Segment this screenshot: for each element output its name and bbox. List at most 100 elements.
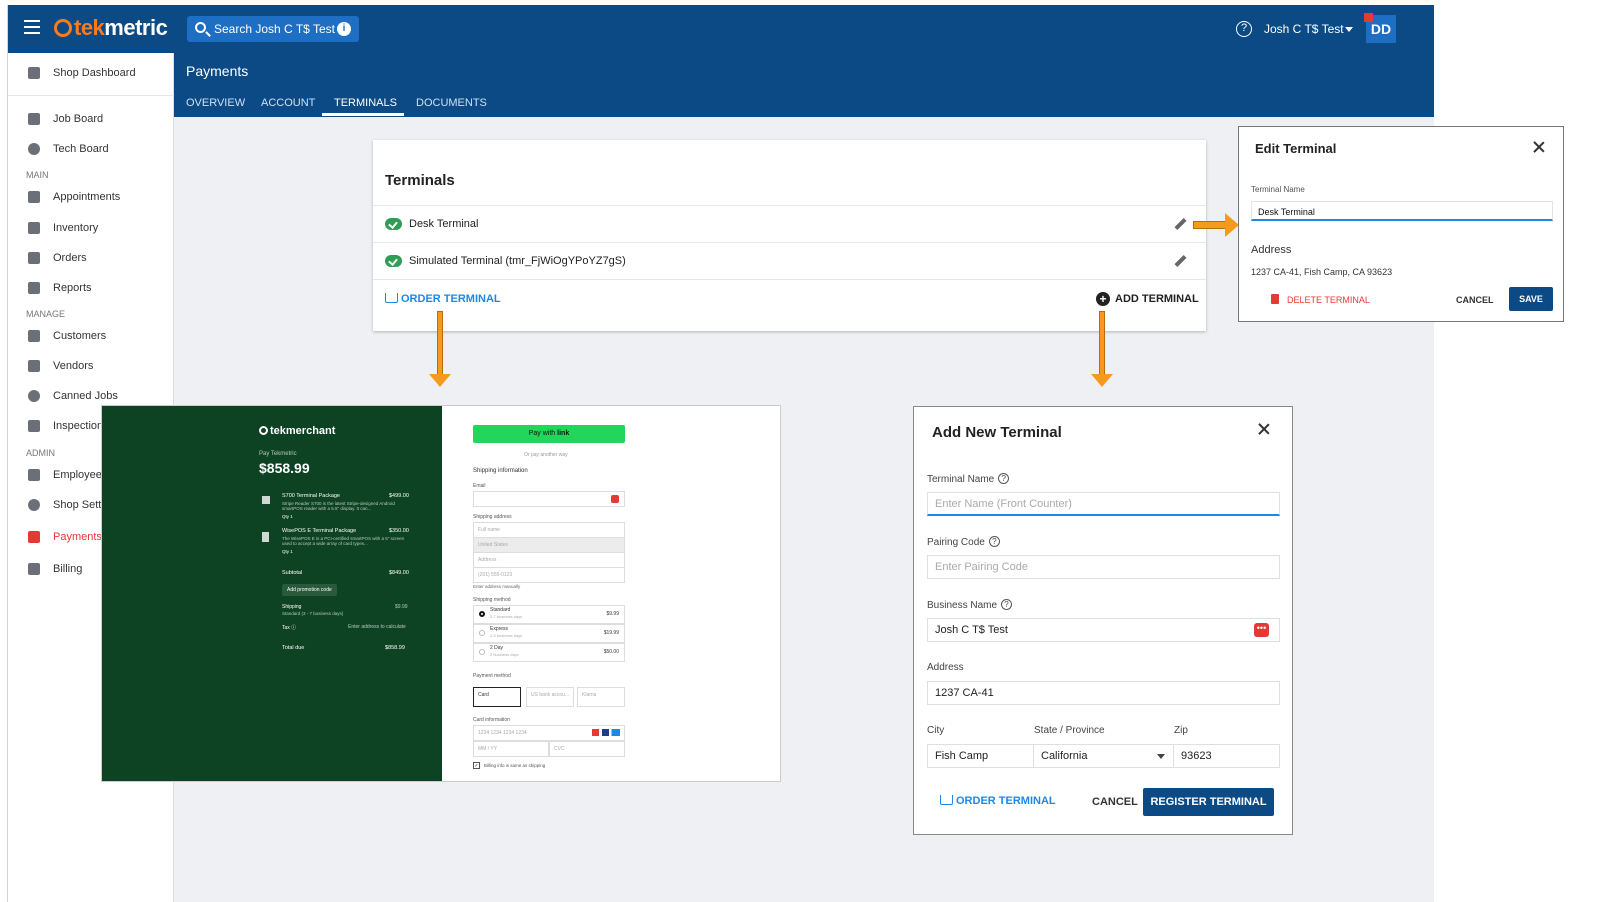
cancel-button[interactable]: CANCEL bbox=[1456, 295, 1494, 305]
enter-address-manually-link[interactable]: Enter address manually bbox=[473, 584, 520, 589]
sidebar-item-customers[interactable]: Customers bbox=[8, 324, 174, 348]
terminal-row[interactable]: Desk Terminal bbox=[373, 205, 1206, 242]
country-select[interactable]: United States bbox=[473, 537, 625, 553]
user-name[interactable]: Josh C T$ Test bbox=[1264, 22, 1344, 36]
card-info-label: Card information bbox=[473, 717, 510, 723]
add-circle-icon[interactable]: + bbox=[1096, 292, 1110, 306]
item-qty[interactable]: Qty 1 bbox=[282, 549, 293, 554]
save-button[interactable]: SAVE bbox=[1509, 287, 1553, 311]
shipping-method-label: Shipping method bbox=[473, 597, 511, 603]
tab-terminals[interactable]: TERMINALS bbox=[334, 97, 397, 109]
tab-overview[interactable]: OVERVIEW bbox=[186, 97, 245, 109]
card-brands-icon bbox=[592, 729, 620, 736]
address-input[interactable]: 1237 CA-41 bbox=[927, 681, 1280, 705]
close-icon[interactable] bbox=[1258, 423, 1270, 435]
close-icon[interactable] bbox=[1533, 141, 1545, 153]
warehouse-icon bbox=[28, 222, 40, 234]
autofill-dots-icon[interactable]: ••• bbox=[1254, 623, 1269, 637]
email-input[interactable] bbox=[473, 491, 625, 507]
sidebar-item-vendors[interactable]: Vendors bbox=[8, 354, 174, 378]
card-number-input[interactable]: 1234 1234 1234 1234 bbox=[473, 725, 625, 741]
checkout-form: Pay with link Or pay another way Shippin… bbox=[442, 406, 780, 781]
full-name-input[interactable]: Full name bbox=[473, 522, 625, 538]
help-circle-icon[interactable]: ? bbox=[988, 536, 1000, 547]
help-icon[interactable]: ? bbox=[1236, 21, 1252, 37]
autofill-icon bbox=[611, 495, 619, 503]
tab-account[interactable]: ACCOUNT bbox=[261, 97, 315, 109]
shipping-option[interactable]: Standard 3-7 business days $9.99 bbox=[473, 605, 625, 624]
payment-method-label: Payment method bbox=[473, 673, 511, 679]
sidebar-item-reports[interactable]: Reports bbox=[8, 276, 174, 300]
add-promotion-button[interactable]: Add promotion code bbox=[282, 584, 337, 596]
shipping-option[interactable]: 2 Day 2 business days $50.00 bbox=[473, 643, 625, 662]
shipping-address-label: Shipping address bbox=[473, 514, 512, 520]
pairing-code-input[interactable]: Enter Pairing Code bbox=[927, 555, 1280, 579]
cart-icon bbox=[385, 293, 398, 303]
avatar[interactable]: DD bbox=[1364, 13, 1396, 43]
phone-input[interactable]: (201) 555-0123 bbox=[473, 567, 625, 583]
pairing-code-label: Pairing Code? bbox=[927, 536, 1000, 548]
sidebar-section-admin: ADMIN bbox=[26, 448, 55, 458]
item-description: The WisePOS E is a PCI-certified smartPO… bbox=[282, 536, 405, 546]
sidebar-item-orders[interactable]: Orders bbox=[8, 246, 174, 270]
city-label: City bbox=[927, 725, 945, 736]
arrow-to-add-terminal bbox=[1091, 311, 1113, 387]
add-terminal-button[interactable]: ADD TERMINAL bbox=[1115, 293, 1199, 305]
zip-input[interactable]: 93623 bbox=[1173, 744, 1280, 768]
billing-same-checkbox[interactable]: ✓ bbox=[473, 762, 480, 769]
register-terminal-button[interactable]: REGISTER TERMINAL bbox=[1143, 788, 1274, 816]
shipping-option[interactable]: Express 2-5 business days $19.99 bbox=[473, 624, 625, 643]
sidebar-item-tech-board[interactable]: Tech Board bbox=[8, 137, 174, 161]
edit-pencil-icon[interactable] bbox=[1172, 217, 1186, 231]
address-input[interactable]: Address bbox=[473, 552, 625, 568]
search-icon bbox=[195, 22, 206, 33]
terminals-title: Terminals bbox=[385, 172, 455, 189]
cancel-button[interactable]: CANCEL bbox=[1092, 796, 1138, 808]
order-terminal-button[interactable]: ORDER TERMINAL bbox=[940, 795, 1056, 807]
zip-label: Zip bbox=[1174, 725, 1188, 736]
tekmetric-logo[interactable]: tekmetric bbox=[54, 15, 168, 41]
help-circle-icon[interactable]: ? bbox=[1001, 599, 1013, 610]
edit-pencil-icon[interactable] bbox=[1172, 254, 1186, 268]
radio-selected-icon bbox=[479, 611, 485, 617]
pay-option-bank[interactable]: US bank accou... bbox=[526, 687, 574, 707]
business-name-input[interactable]: Josh C T$ Test ••• bbox=[927, 618, 1280, 642]
logo-gear-icon bbox=[259, 426, 268, 435]
sidebar-item-appointments[interactable]: Appointments bbox=[8, 185, 174, 209]
or-divider: Or pay another way bbox=[524, 452, 568, 458]
billing-same-label: Billing info is same as shipping bbox=[484, 763, 546, 768]
delete-terminal-button[interactable]: DELETE TERMINAL bbox=[1287, 295, 1370, 305]
help-circle-icon[interactable]: ? bbox=[998, 473, 1010, 484]
total-label: Total due bbox=[282, 645, 305, 651]
chevron-down-icon[interactable] bbox=[1345, 27, 1353, 32]
cvc-input[interactable]: CVC bbox=[549, 741, 625, 757]
trash-icon[interactable] bbox=[1271, 294, 1279, 304]
hamburger-menu-icon[interactable] bbox=[24, 20, 40, 34]
item-qty[interactable]: Qty 1 bbox=[282, 514, 293, 519]
active-tab-indicator bbox=[322, 113, 404, 116]
info-icon[interactable]: i bbox=[337, 22, 351, 36]
global-search-input[interactable]: Search Josh C T$ Test i bbox=[187, 16, 359, 42]
sidebar-item-dashboard[interactable]: Shop Dashboard bbox=[8, 61, 174, 85]
terminal-name-input[interactable]: Enter Name (Front Counter) bbox=[927, 492, 1280, 516]
terminal-row[interactable]: Simulated Terminal (tmr_FjWiOgYPoYZ7gS) bbox=[373, 242, 1206, 279]
chevron-down-icon bbox=[1157, 754, 1165, 759]
pay-option-klarna[interactable]: Klarna bbox=[577, 687, 625, 707]
top-bar: tekmetric Search Josh C T$ Test i ? Josh… bbox=[8, 5, 1434, 53]
pay-label: Pay Tekmetric bbox=[259, 451, 297, 457]
sidebar-item-job-board[interactable]: Job Board bbox=[8, 107, 174, 131]
order-terminal-button[interactable]: ORDER TERMINAL bbox=[385, 293, 501, 305]
edit-terminal-title: Edit Terminal bbox=[1255, 141, 1337, 156]
id-card-icon bbox=[28, 469, 40, 481]
terminal-name-input[interactable]: Desk Terminal bbox=[1251, 201, 1553, 221]
pay-with-link-button[interactable]: Pay with link bbox=[473, 425, 625, 443]
sidebar-item-inventory[interactable]: Inventory bbox=[8, 216, 174, 240]
expiry-input[interactable]: MM / YY bbox=[473, 741, 549, 757]
product-icon bbox=[262, 496, 270, 504]
car-icon bbox=[28, 113, 40, 125]
tab-documents[interactable]: DOCUMENTS bbox=[416, 97, 487, 109]
terminals-actions: ORDER TERMINAL + ADD TERMINAL bbox=[373, 279, 1206, 331]
pay-option-card[interactable]: Card bbox=[473, 687, 521, 707]
state-select[interactable]: California bbox=[1033, 744, 1174, 768]
city-input[interactable]: Fish Camp bbox=[927, 744, 1034, 768]
